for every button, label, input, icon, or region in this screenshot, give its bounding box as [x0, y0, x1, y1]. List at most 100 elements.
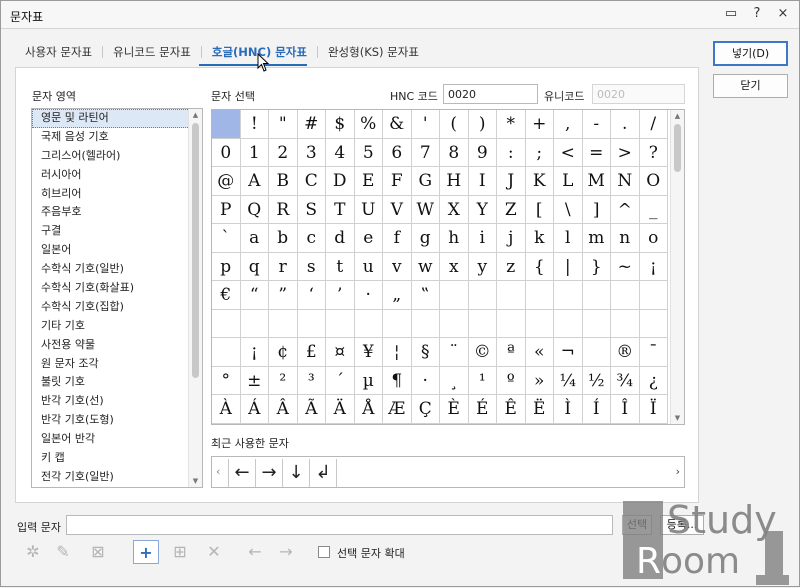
char-cell[interactable]: & [383, 110, 412, 139]
char-cell[interactable]: 0 [212, 138, 241, 167]
char-cell[interactable]: · [354, 281, 383, 310]
char-cell[interactable]: m [582, 224, 611, 253]
char-cell[interactable]: 8 [440, 138, 469, 167]
char-cell[interactable]: h [440, 224, 469, 253]
char-cell[interactable]: n [611, 224, 640, 253]
char-cell[interactable]: U [354, 195, 383, 224]
char-cell[interactable]: O [639, 167, 668, 196]
char-cell[interactable]: ¶ [383, 366, 412, 395]
scroll-down-icon[interactable]: ▼ [189, 475, 202, 487]
category-item[interactable]: 수학식 기호(일반) [32, 260, 202, 279]
tab-user-charmap[interactable]: 사용자 문자표 [15, 44, 102, 60]
char-cell[interactable]: { [525, 252, 554, 281]
char-cell[interactable] [212, 338, 241, 367]
recent-next-icon[interactable]: › [676, 465, 680, 478]
char-cell[interactable]: Â [269, 395, 298, 424]
char-cell[interactable]: ¹ [468, 366, 497, 395]
category-item[interactable]: 그리스어(헬라어) [32, 147, 202, 166]
close-button[interactable]: 닫기 [713, 74, 788, 98]
add-user-char-icon[interactable]: ✲ [20, 540, 46, 564]
add-icon[interactable]: + [133, 540, 159, 564]
char-cell[interactable] [212, 309, 241, 338]
category-item[interactable]: 사전용 약물 [32, 336, 202, 355]
char-cell[interactable] [297, 309, 326, 338]
enlarge-checkbox[interactable] [318, 546, 330, 558]
char-cell[interactable]: ) [468, 110, 497, 139]
char-cell[interactable]: / [639, 110, 668, 139]
char-cell[interactable] [440, 281, 469, 310]
char-cell[interactable]: ¸ [440, 366, 469, 395]
char-cell[interactable]: # [297, 110, 326, 139]
recent-prev-icon[interactable]: ‹ [216, 465, 220, 478]
char-cell[interactable] [611, 281, 640, 310]
char-cell[interactable]: R [269, 195, 298, 224]
char-cell[interactable]: < [554, 138, 583, 167]
char-cell[interactable]: u [354, 252, 383, 281]
recent-char-cell[interactable]: ↓ [282, 459, 310, 487]
scroll-thumb[interactable] [192, 123, 199, 378]
char-cell[interactable] [468, 281, 497, 310]
char-cell[interactable]: Å [354, 395, 383, 424]
char-cell[interactable]: ‟ [411, 281, 440, 310]
char-cell[interactable]: | [554, 252, 583, 281]
char-cell[interactable]: 3 [297, 138, 326, 167]
char-cell[interactable]: ~ [611, 252, 640, 281]
grid-scrollbar[interactable]: ▲ ▼ [670, 110, 684, 424]
char-cell[interactable]: ¨ [440, 338, 469, 367]
char-cell[interactable]: ® [611, 338, 640, 367]
scroll-down-icon[interactable]: ▼ [671, 412, 684, 424]
char-cell[interactable]: ” [269, 281, 298, 310]
char-cell[interactable]: S [297, 195, 326, 224]
delete-user-char-icon[interactable]: ⊠ [85, 540, 111, 564]
char-cell[interactable]: , [554, 110, 583, 139]
category-item[interactable]: 일본어 반각 [32, 430, 202, 449]
char-cell[interactable]: ³ [297, 366, 326, 395]
char-cell[interactable]: f [383, 224, 412, 253]
char-cell[interactable]: : [497, 138, 526, 167]
char-cell[interactable]: I [468, 167, 497, 196]
char-cell[interactable]: Ì [554, 395, 583, 424]
char-cell[interactable]: N [611, 167, 640, 196]
char-cell[interactable]: » [525, 366, 554, 395]
category-item[interactable]: 구결 [32, 222, 202, 241]
recent-char-cell[interactable]: → [255, 459, 283, 487]
char-cell[interactable]: ± [240, 366, 269, 395]
char-cell[interactable]: c [297, 224, 326, 253]
char-cell[interactable]: ¼ [554, 366, 583, 395]
arrow-right-icon[interactable]: → [273, 540, 299, 564]
close-icon[interactable]: × [775, 6, 791, 22]
char-cell[interactable]: ' [411, 110, 440, 139]
tab-ks-charmap[interactable]: 완성형(KS) 문자표 [318, 44, 429, 60]
char-cell[interactable]: ’ [326, 281, 355, 310]
char-cell[interactable]: º [497, 366, 526, 395]
char-cell[interactable]: ` [212, 224, 241, 253]
char-cell[interactable]: 2 [269, 138, 298, 167]
char-cell[interactable]: $ [326, 110, 355, 139]
category-item[interactable]: 히브리어 [32, 185, 202, 204]
char-cell[interactable]: Y [468, 195, 497, 224]
char-cell[interactable]: F [383, 167, 412, 196]
char-cell[interactable]: r [269, 252, 298, 281]
char-cell[interactable]: V [383, 195, 412, 224]
category-item[interactable]: 전각 기호(일반) [32, 468, 202, 487]
category-item[interactable]: 국제 음성 기호 [32, 128, 202, 147]
char-cell[interactable]: e [354, 224, 383, 253]
char-cell[interactable]: È [440, 395, 469, 424]
category-scrollbar[interactable]: ▲ ▼ [188, 109, 202, 487]
scroll-up-icon[interactable]: ▲ [671, 110, 684, 122]
char-cell[interactable] [411, 309, 440, 338]
char-cell[interactable]: } [582, 252, 611, 281]
char-cell[interactable]: s [297, 252, 326, 281]
char-cell[interactable]: q [240, 252, 269, 281]
char-cell[interactable] [497, 309, 526, 338]
char-cell[interactable]: z [497, 252, 526, 281]
char-cell[interactable]: ‘ [297, 281, 326, 310]
char-cell[interactable] [611, 309, 640, 338]
char-cell[interactable]: > [611, 138, 640, 167]
char-cell[interactable]: " [269, 110, 298, 139]
char-cell[interactable]: = [582, 138, 611, 167]
char-cell[interactable] [240, 309, 269, 338]
char-cell[interactable]: · [411, 366, 440, 395]
char-cell[interactable]: K [525, 167, 554, 196]
char-cell[interactable]: 5 [354, 138, 383, 167]
